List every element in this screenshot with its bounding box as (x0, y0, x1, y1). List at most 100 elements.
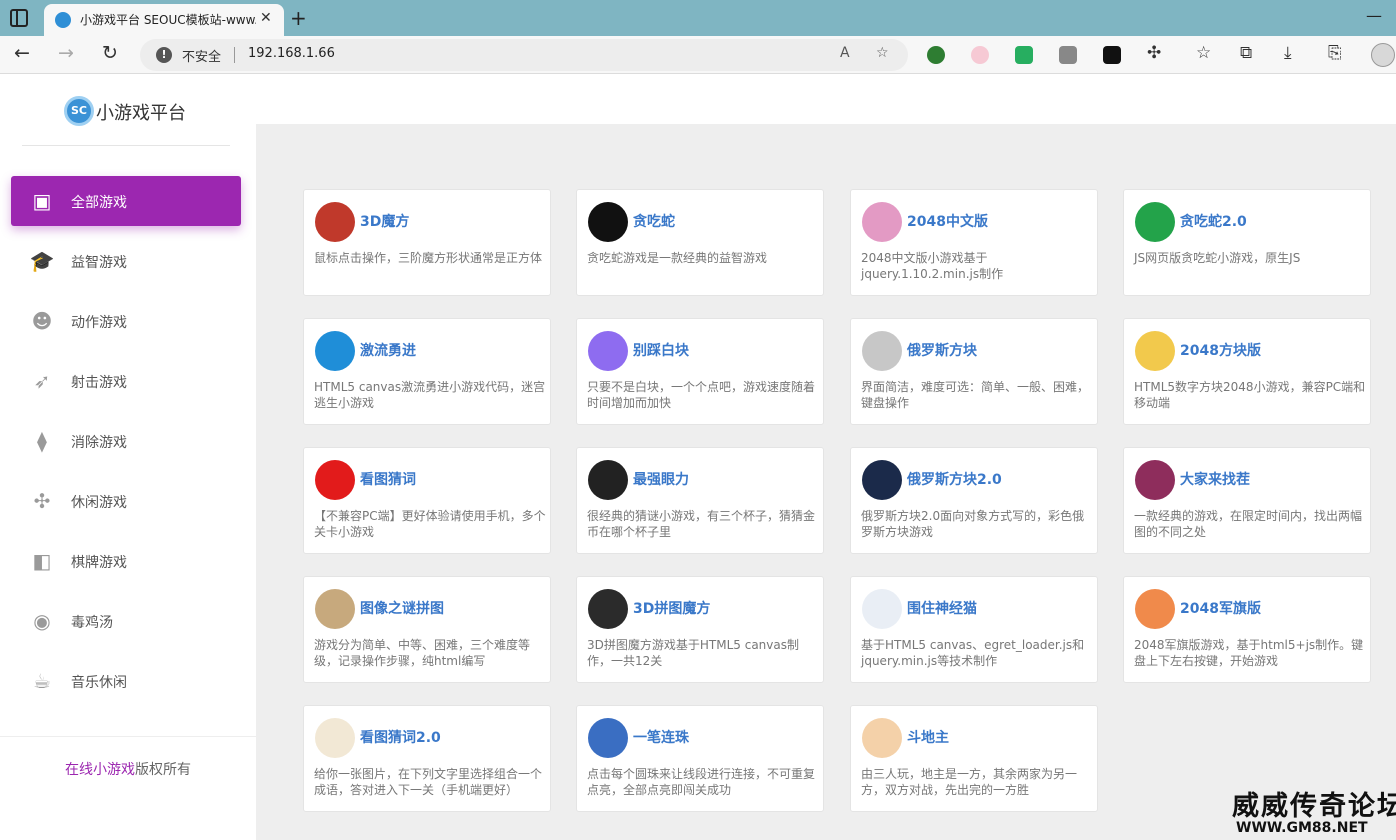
downloads-icon[interactable]: ⤓ (1284, 43, 1292, 63)
tab-actions-icon[interactable] (10, 9, 28, 27)
forward-icon[interactable]: → (58, 42, 74, 64)
game-card[interactable]: 看图猜词 【不兼容PC端】更好体验请使用手机，多个关卡小游戏 (303, 447, 551, 554)
game-card[interactable]: 2048方块版 HTML5数字方块2048小游戏，兼容PC端和移动端 (1123, 318, 1371, 425)
heart-icon[interactable] (1135, 460, 1175, 500)
address-bar[interactable]: ! 不安全 192.168.1.66 A ☆ (140, 39, 908, 71)
snake-icon[interactable] (588, 202, 628, 242)
add-favorite-icon[interactable]: ☆ (876, 45, 889, 61)
game-description: 很经典的猜谜小游戏，有三个杯子，猜猜金币在哪个杯子里 (587, 509, 816, 539)
farmer-icon[interactable] (862, 718, 902, 758)
game-card[interactable]: 围住神经猫 基于HTML5 canvas、egret_loader.js和jque… (850, 576, 1098, 683)
game-description: JS网页版贪吃蛇小游戏，原生JS (1134, 251, 1301, 265)
game-card[interactable]: 大家来找茬 一款经典的游戏，在限定时间内，找出两幅图的不同之处 (1123, 447, 1371, 554)
game-card[interactable]: 俄罗斯方块2.0 俄罗斯方块2.0面向对象方式写的，彩色俄罗斯方块游戏 (850, 447, 1098, 554)
tetris-icon[interactable] (862, 331, 902, 371)
sidebar-item-6[interactable]: ◧ 棋牌游戏 (11, 536, 241, 586)
extension-shield-icon[interactable] (1015, 46, 1033, 64)
sidebar-item-label: 射击游戏 (71, 375, 127, 391)
sidebar-item-5[interactable]: ✣ 休闲游戏 (11, 476, 241, 526)
game-title[interactable]: 激流勇进 (360, 340, 416, 360)
game-card[interactable]: 一笔连珠 点击每个圆珠来让线段进行连接，不可重复点亮，全部点亮即闯关成功 (576, 705, 824, 812)
game-title[interactable]: 围住神经猫 (907, 598, 977, 618)
cup-icon[interactable] (588, 460, 628, 500)
game-title[interactable]: 2048军旗版 (1180, 598, 1261, 618)
game-title[interactable]: 斗地主 (907, 727, 949, 747)
tetris2-icon[interactable] (862, 460, 902, 500)
game-card[interactable]: 3D拼图魔方 3D拼图魔方游戏基于HTML5 canvas制作，一共12关 (576, 576, 824, 683)
2048-icon[interactable] (862, 202, 902, 242)
extensions-puzzle-icon[interactable]: ✣ (1147, 43, 1161, 63)
extension-globe-icon[interactable] (927, 46, 945, 64)
game-card[interactable]: 贪吃蛇 贪吃蛇游戏是一款经典的益智游戏 (576, 189, 824, 296)
main-content: 3D魔方 鼠标点击操作，三阶魔方形状通常是正方体 贪吃蛇 贪吃蛇游戏是一款经典的益智游… (256, 74, 1396, 840)
sidebar-item-0[interactable]: ▣ 全部游戏 (11, 176, 241, 226)
bottle-icon[interactable] (315, 460, 355, 500)
game-card[interactable]: 激流勇进 HTML5 canvas激流勇进小游戏代码，迷宫逃生小游戏 (303, 318, 551, 425)
cube-puzzle-icon[interactable] (588, 589, 628, 629)
extension-cat-icon[interactable] (971, 46, 989, 64)
game-title[interactable]: 3D魔方 (360, 211, 409, 231)
piano-tile-icon[interactable] (588, 331, 628, 371)
game-description: 游戏分为简单、中等、困难，三个难度等级，记录操作步骤，纯html编写 (314, 638, 531, 668)
reload-icon[interactable]: ↻ (102, 42, 118, 64)
game-title[interactable]: 贪吃蛇 (633, 211, 675, 231)
back-icon[interactable]: ← (14, 42, 30, 64)
game-card[interactable]: 2048中文版 2048中文版小游戏基于jquery.1.10.2.min.js制… (850, 189, 1098, 296)
game-title[interactable]: 贪吃蛇2.0 (1180, 211, 1247, 231)
eye-icon[interactable] (315, 718, 355, 758)
extension-copy-icon[interactable] (1059, 46, 1077, 64)
game-card[interactable]: 最强眼力很经典的猜谜小游戏，有三个杯子，猜猜金币在哪个杯子里 (576, 447, 824, 554)
sidebar-item-8[interactable]: ☕ 音乐休闲 (11, 656, 241, 706)
game-card[interactable]: 3D魔方 鼠标点击操作，三阶魔方形状通常是正方体 (303, 189, 551, 296)
new-tab-button[interactable]: + (290, 6, 307, 30)
profile-avatar[interactable] (1371, 43, 1395, 67)
ball-icon[interactable] (588, 718, 628, 758)
game-description: 界面简洁，难度可选：简单、一般、困难，键盘操作 (861, 380, 1090, 410)
sidebar-item-3[interactable]: ➶ 射击游戏 (11, 356, 241, 406)
not-secure-icon[interactable]: ! (156, 47, 172, 63)
window-minimize-button[interactable]: — (1366, 6, 1382, 25)
game-title[interactable]: 俄罗斯方块2.0 (907, 469, 1002, 489)
game-title[interactable]: 2048中文版 (907, 211, 988, 231)
sidebar-item-1[interactable]: 🎓 益智游戏 (11, 236, 241, 286)
game-card[interactable]: 斗地主 由三人玩，地主是一方，其余两家为另一方，双方对战，先出完的一方胜 (850, 705, 1098, 812)
sidebar-item-7[interactable]: ◉ 毒鸡汤 (11, 596, 241, 646)
read-aloud-icon[interactable]: A (840, 45, 850, 61)
extension-mask-icon[interactable] (1103, 46, 1121, 64)
game-title[interactable]: 看图猜词2.0 (360, 727, 441, 747)
game-title[interactable]: 图像之谜拼图 (360, 598, 444, 618)
collections-icon[interactable]: ⧉ (1240, 43, 1252, 63)
game-title[interactable]: 看图猜词 (360, 469, 416, 489)
game-title[interactable]: 最强眼力 (633, 469, 689, 489)
game-card[interactable]: 图像之谜拼图游戏分为简单、中等、困难，三个难度等级，记录操作步骤，纯html编写 (303, 576, 551, 683)
game-card[interactable]: 看图猜词2.0 给你一张图片，在下列文字里选择组合一个成语，答对进入下一关（手机端… (303, 705, 551, 812)
game-card[interactable]: 2048军旗版 2048军旗版游戏，基于html5+js制作。键盘上下左右按键，开… (1123, 576, 1371, 683)
favorites-icon[interactable]: ☆ (1196, 43, 1211, 63)
2048-blocks-icon[interactable] (1135, 331, 1175, 371)
sidebar-item-label: 音乐休闲 (71, 675, 127, 691)
site-logo[interactable]: SC 小游戏平台 (64, 94, 204, 128)
stairs-icon[interactable] (315, 331, 355, 371)
army-flag-icon[interactable] (1135, 589, 1175, 629)
game-title[interactable]: 大家来找茬 (1180, 469, 1250, 489)
share-icon[interactable]: ⎘ (1328, 43, 1342, 63)
url-text[interactable]: 192.168.1.66 (248, 46, 335, 61)
game-card[interactable]: 别踩白块 只要不是白块，一个个点吧，游戏速度随着时间增加而加快 (576, 318, 824, 425)
game-title[interactable]: 3D拼图魔方 (633, 598, 710, 618)
footer-link[interactable]: 在线小游戏 (65, 762, 135, 778)
snake2-icon[interactable] (1135, 202, 1175, 242)
game-card[interactable]: 俄罗斯方块界面简洁，难度可选：简单、一般、困难，键盘操作 (850, 318, 1098, 425)
game-title[interactable]: 一笔连珠 (633, 727, 689, 747)
puzzle-icon[interactable] (315, 589, 355, 629)
browser-tab[interactable]: 小游戏平台 SEOUC模板站-www.s ✕ (44, 4, 284, 36)
tab-close-icon[interactable]: ✕ (260, 10, 272, 26)
site-favicon-icon (55, 12, 71, 28)
rubik-cube-icon[interactable] (315, 202, 355, 242)
sidebar-item-4[interactable]: ⧫ 消除游戏 (11, 416, 241, 466)
game-title[interactable]: 俄罗斯方块 (907, 340, 977, 360)
sidebar-item-2[interactable]: ☻ 动作游戏 (11, 296, 241, 346)
cat-icon[interactable] (862, 589, 902, 629)
game-card[interactable]: 贪吃蛇2.0 JS网页版贪吃蛇小游戏，原生JS (1123, 189, 1371, 296)
game-title[interactable]: 2048方块版 (1180, 340, 1261, 360)
game-title[interactable]: 别踩白块 (633, 340, 689, 360)
